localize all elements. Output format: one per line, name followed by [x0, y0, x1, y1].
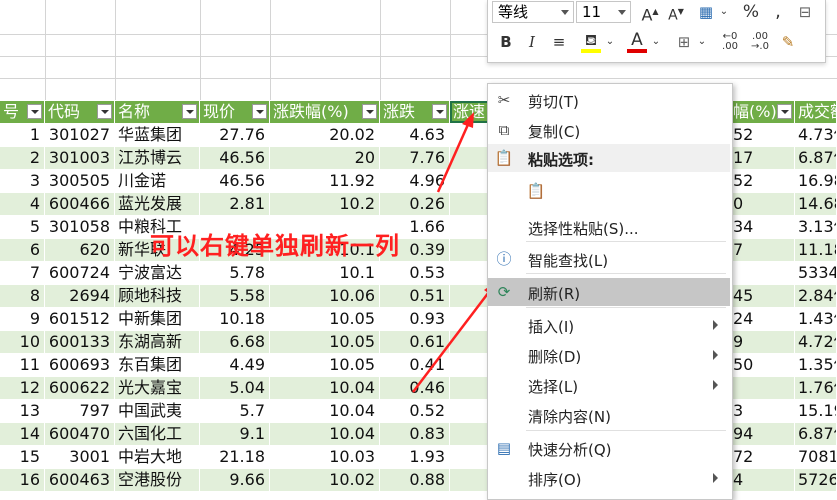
comma-style-icon[interactable]: , — [768, 2, 788, 22]
chevron-right-icon — [713, 473, 718, 483]
chevron-down-icon[interactable]: ⌄ — [718, 2, 730, 22]
menu-item-refresh[interactable]: ⟳ 刷新(R) — [488, 278, 730, 306]
annotation-text: 可以右键单独刷新一列 — [150, 232, 400, 260]
paste-options-header: 📋 粘贴选项: — [488, 144, 730, 172]
font-name-value: 等线 — [498, 3, 529, 21]
increase-decimal-icon[interactable]: ←0.00 — [718, 32, 742, 52]
chevron-right-icon — [713, 320, 718, 330]
menu-item-smart-lookup[interactable]: ⓘ 智能查找(L) — [488, 245, 730, 273]
menu-separator — [526, 307, 726, 308]
font-color-button[interactable]: A — [626, 30, 648, 53]
decrease-decimal-icon[interactable]: .00 →.0 — [748, 32, 772, 52]
menu-separator — [526, 430, 726, 431]
arrow-to-refresh — [412, 287, 493, 393]
menu-item-sort[interactable]: 排序(O) — [488, 464, 730, 492]
menu-separator — [526, 241, 726, 242]
borders-icon[interactable]: ⊞ — [674, 32, 694, 52]
font-size-combo[interactable]: 11 — [576, 1, 631, 23]
menu-item-quick-analysis[interactable]: ▤ 快速分析(Q) — [488, 434, 730, 462]
italic-button[interactable]: I — [522, 32, 542, 52]
font-name-combo[interactable]: 等线 — [492, 1, 574, 23]
menu-item-copy[interactable]: ⧉ 复制(C) — [488, 116, 730, 144]
chevron-right-icon — [713, 380, 718, 390]
refresh-icon: ⟳ — [497, 283, 511, 301]
menu-item-cut[interactable]: ✂ 剪切(T) — [488, 86, 730, 114]
arrow-to-column-header — [436, 119, 472, 193]
percent-button[interactable]: % — [740, 2, 762, 22]
arrow-head — [462, 112, 474, 128]
smart-lookup-icon: ⓘ — [496, 250, 512, 268]
menu-item-delete[interactable]: 删除(D) — [488, 341, 730, 369]
paste-button[interactable]: 📋 — [488, 176, 730, 206]
paste-icon: 📋 — [526, 182, 546, 200]
clipboard-icon: 📋 — [494, 149, 514, 167]
chevron-down-icon[interactable]: ⌄ — [696, 32, 708, 52]
menu-item-clear-contents[interactable]: 清除内容(N) — [488, 401, 730, 429]
chevron-down-icon — [561, 10, 569, 15]
chevron-right-icon — [713, 350, 718, 360]
chevron-down-icon[interactable]: ⌄ — [604, 32, 616, 52]
chevron-down-icon[interactable]: ⌄ — [650, 32, 662, 52]
grow-font-button[interactable]: A▲ — [640, 2, 660, 25]
fill-color-icon[interactable]: ⛾ — [580, 30, 602, 53]
bold-button[interactable]: B — [496, 32, 516, 52]
mini-toolbar: 等线 11 A▲ A▼ ▦ ⌄ % , ⊟ B I ≡ ⛾ ⌄ A ⌄ ⊞ ⌄ … — [487, 0, 826, 63]
context-menu: ✂ 剪切(T) ⧉ 复制(C) 📋 粘贴选项: 📋 选择性粘贴(S)... ⓘ … — [487, 83, 733, 500]
format-painter-table-icon[interactable]: ⊟ — [794, 2, 816, 22]
format-painter-icon[interactable]: ✎ — [778, 32, 798, 52]
font-size-value: 11 — [582, 3, 602, 21]
number-format-icon[interactable]: ▦ — [694, 2, 718, 22]
menu-item-insert[interactable]: 插入(I) — [488, 311, 730, 339]
copy-icon: ⧉ — [498, 121, 510, 139]
menu-item-paste-special[interactable]: 选择性粘贴(S)... — [488, 213, 730, 241]
shrink-font-button[interactable]: A▼ — [666, 2, 686, 26]
chevron-down-icon — [618, 10, 626, 15]
menu-separator — [526, 273, 726, 274]
align-center-icon[interactable]: ≡ — [548, 32, 570, 52]
menu-item-select[interactable]: 选择(L) — [488, 371, 730, 399]
scissors-icon: ✂ — [497, 91, 511, 109]
quick-analysis-icon: ▤ — [496, 439, 512, 457]
